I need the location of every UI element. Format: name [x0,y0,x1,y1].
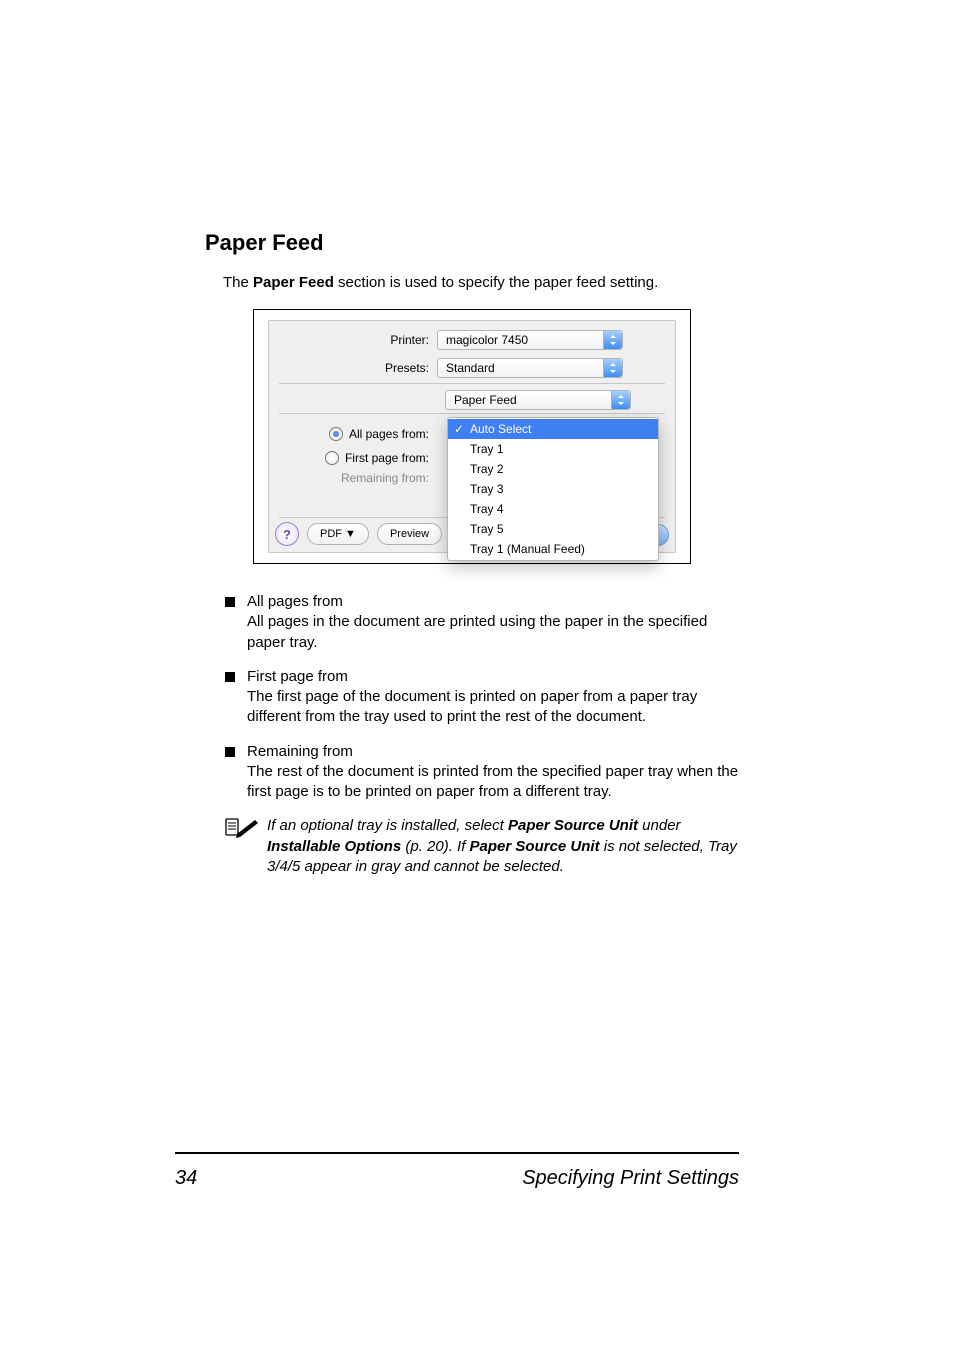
help-button[interactable]: ? [275,522,299,546]
note-icon [225,816,259,877]
popup-arrows-icon [603,359,622,377]
menu-item-tray4[interactable]: Tray 4 [448,499,658,519]
section-heading: Paper Feed [205,230,739,256]
bullet-icon [225,672,235,682]
intro-pre: The [223,274,253,291]
intro-post: section is used to specify the paper fee… [334,274,658,291]
divider [279,383,665,384]
popup-arrows-icon [603,331,622,349]
opt-all[interactable]: All pages from: [269,427,437,441]
list-item: All pages from All pages in the document… [225,592,739,653]
note-pre: If an optional tray is installed, select [267,817,508,834]
page: Paper Feed The Paper Feed section is use… [0,0,954,1350]
page-number: 34 [175,1167,197,1190]
radio-icon [325,451,339,465]
opt-remaining: Remaining from: [269,471,437,485]
bullet-title: Remaining from [247,743,353,760]
menu-item-auto-select[interactable]: ✓ Auto Select [448,419,658,439]
radio-selected-icon [329,427,343,441]
printer-row: Printer: magicolor 7450 [269,327,675,353]
note: If an optional tray is installed, select… [205,816,739,877]
content: Paper Feed The Paper Feed section is use… [0,0,954,877]
presets-label: Presets: [269,361,437,375]
dialog-left-buttons: ? PDF ▼ Preview [275,522,442,546]
bullet-icon [225,597,235,607]
divider [279,413,665,414]
preview-button[interactable]: Preview [377,523,442,545]
menu-item-tray2[interactable]: Tray 2 [448,459,658,479]
footer-title: Specifying Print Settings [522,1167,739,1190]
menu-item-tray5[interactable]: Tray 5 [448,519,658,539]
opt-all-label: All pages from: [349,427,429,441]
printer-label: Printer: [269,333,437,347]
list-item: First page from The first page of the do… [225,667,739,728]
printer-value: magicolor 7450 [446,333,528,347]
dialog-figure: Printer: magicolor 7450 Presets: Standar… [253,309,691,564]
footer: 34 Specifying Print Settings [175,1167,739,1190]
pdf-button[interactable]: PDF ▼ [307,523,369,545]
note-text: If an optional tray is installed, select… [267,816,739,877]
opt-remaining-label: Remaining from: [341,471,429,485]
presets-popup[interactable]: Standard [437,358,623,378]
bullet-body: All pages in the document are printed us… [247,613,707,650]
bullet-title: First page from [247,668,348,685]
note-mid1: under [638,817,681,834]
intro-bold: Paper Feed [253,274,334,291]
note-b1: Paper Source Unit [508,817,638,834]
menu-item-tray3[interactable]: Tray 3 [448,479,658,499]
bullet-icon [225,747,235,757]
tray-menu[interactable]: ✓ Auto Select Tray 1 Tray 2 Tray 3 Tray … [447,417,659,561]
presets-value: Standard [446,361,495,375]
bullet-body: The rest of the document is printed from… [247,763,738,800]
footer-rule [175,1152,739,1154]
note-mid2: (p. 20). If [401,838,469,855]
opt-first[interactable]: First page from: [269,451,437,465]
opt-first-label: First page from: [345,451,429,465]
menu-item-label: Auto Select [470,422,531,436]
printer-popup[interactable]: magicolor 7450 [437,330,623,350]
bullet-list: All pages from All pages in the document… [205,592,739,802]
check-icon: ✓ [454,421,464,437]
section-row: Paper Feed [269,387,675,413]
note-b3: Paper Source Unit [470,838,600,855]
section-value: Paper Feed [454,393,517,407]
bullet-body: The first page of the document is printe… [247,688,697,725]
note-b2: Installable Options [267,838,401,855]
intro-text: The Paper Feed section is used to specif… [223,274,739,291]
popup-arrows-icon [611,391,630,409]
dialog-panel: Printer: magicolor 7450 Presets: Standar… [268,320,676,553]
section-popup[interactable]: Paper Feed [445,390,631,410]
menu-item-tray1-manual[interactable]: Tray 1 (Manual Feed) [448,539,658,559]
list-item: Remaining from The rest of the document … [225,742,739,803]
menu-item-tray1[interactable]: Tray 1 [448,439,658,459]
presets-row: Presets: Standard [269,355,675,381]
bullet-title: All pages from [247,593,343,610]
